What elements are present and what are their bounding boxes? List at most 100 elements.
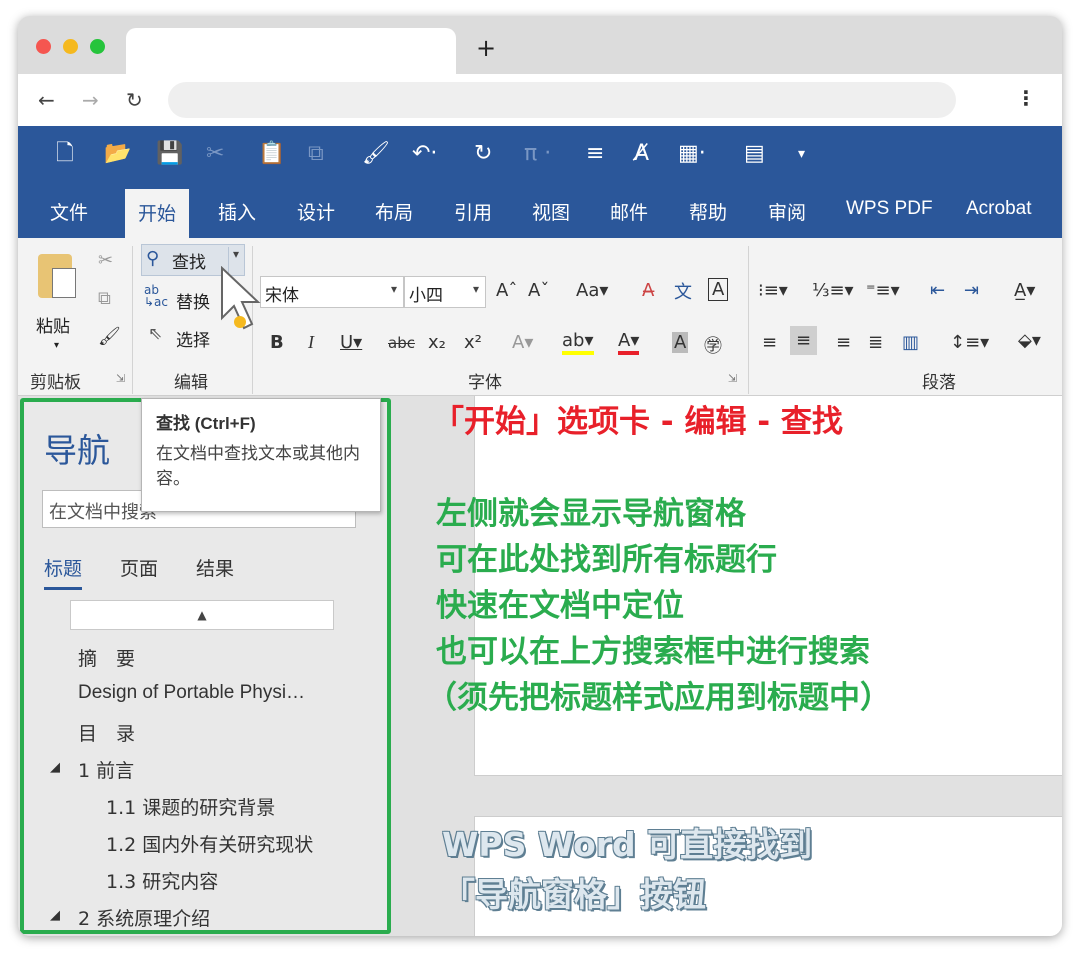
maximize-window-button[interactable]: [90, 39, 105, 54]
cut-icon[interactable]: ✂: [98, 250, 113, 271]
new-document-icon[interactable]: 🗋: [56, 140, 74, 168]
nav-heading-item[interactable]: Design of Portable Physi…: [78, 682, 305, 704]
tab-design[interactable]: 设计: [297, 198, 335, 225]
phonetic-guide-icon[interactable]: 文: [674, 278, 692, 304]
page-icon[interactable]: ▤: [744, 140, 765, 168]
minimize-window-button[interactable]: [63, 39, 78, 54]
font-name-select[interactable]: 宋体 ▾: [260, 276, 404, 308]
close-window-button[interactable]: [36, 39, 51, 54]
tab-layout[interactable]: 布局: [375, 198, 413, 225]
forward-arrow-icon[interactable]: →: [82, 88, 99, 112]
undo-icon[interactable]: ↶·: [412, 140, 437, 168]
nav-heading-item[interactable]: 2 系统原理介绍: [78, 904, 210, 931]
distributed-icon[interactable]: ▥: [902, 332, 919, 353]
cut-icon[interactable]: ✂: [206, 140, 224, 168]
browser-tab[interactable]: [126, 28, 456, 74]
find-tooltip: 查找 (Ctrl+F) 在文档中查找文本或其他内容。: [141, 398, 381, 512]
change-case-icon[interactable]: Aa▾: [576, 280, 608, 301]
tab-headings[interactable]: 标题: [44, 554, 83, 590]
align-icon[interactable]: ≡: [586, 140, 604, 168]
bold-icon[interactable]: B: [270, 332, 284, 353]
increase-indent-icon[interactable]: ⇥: [964, 280, 979, 301]
text-style-icon[interactable]: A̸: [634, 140, 649, 168]
format-painter-icon[interactable]: 🖌: [362, 140, 390, 168]
align-center-icon[interactable]: ≡: [790, 326, 818, 355]
paste-button[interactable]: 粘贴 ▾: [34, 252, 78, 362]
superscript-icon[interactable]: x²: [464, 332, 482, 353]
font-size-select[interactable]: 小四 ▾: [404, 276, 486, 308]
sort-icon[interactable]: A̲▾: [1014, 280, 1035, 301]
justify-icon[interactable]: ≣: [868, 332, 883, 353]
reload-icon[interactable]: ↻: [126, 88, 143, 112]
collapse-all-button[interactable]: ▲: [70, 600, 334, 630]
tab-help[interactable]: 帮助: [689, 198, 727, 225]
save-icon[interactable]: 💾: [156, 140, 183, 168]
italic-icon[interactable]: I: [308, 332, 314, 353]
copy-icon[interactable]: ⧉: [308, 140, 324, 168]
tab-review[interactable]: 审阅: [768, 198, 806, 225]
equation-icon[interactable]: π ·: [524, 140, 551, 168]
subscript-icon[interactable]: x₂: [428, 332, 446, 353]
format-painter-icon[interactable]: 🖌: [98, 326, 121, 347]
tab-insert[interactable]: 插入: [218, 198, 256, 225]
tab-home[interactable]: 开始: [125, 189, 190, 238]
align-left-icon[interactable]: ≡: [762, 332, 777, 353]
find-label: 查找: [172, 253, 206, 273]
tooltip-body: 在文档中查找文本或其他内容。: [156, 444, 360, 489]
numbering-icon[interactable]: ⅓≡▾: [812, 280, 854, 301]
font-color-icon[interactable]: A▾: [618, 330, 640, 355]
bullets-icon[interactable]: ⁝≡▾: [758, 280, 788, 301]
address-input[interactable]: [168, 82, 956, 118]
align-right-icon[interactable]: ≡: [836, 332, 851, 353]
tab-view[interactable]: 视图: [532, 198, 570, 225]
multilevel-list-icon[interactable]: ⁼≡▾: [866, 280, 900, 301]
dialog-launcher-icon[interactable]: ⇲: [116, 372, 125, 385]
shading-icon[interactable]: ⬙▾: [1018, 330, 1041, 351]
paste-dropdown-caret[interactable]: ▾: [54, 340, 59, 351]
table-icon[interactable]: ▦·: [678, 140, 706, 168]
browser-window: + ← → ↻ ⋮ 🗋 📂 💾 ✂ 📋 ⧉ 🖌 ↶· ↻ π · ≡ A̸ ▦·…: [18, 16, 1062, 936]
annotation-green-line: 可在此处找到所有标题行: [436, 542, 777, 578]
grow-font-icon[interactable]: Aˆ: [496, 280, 517, 301]
font-name-value: 宋体: [265, 286, 299, 306]
nav-subheading-item[interactable]: 1.3 研究内容: [106, 867, 218, 894]
tab-mailings[interactable]: 邮件: [610, 198, 648, 225]
tab-results[interactable]: 结果: [196, 554, 234, 581]
nav-heading-item[interactable]: 摘 要: [78, 644, 135, 671]
tab-acrobat[interactable]: Acrobat: [966, 198, 1031, 220]
expanded-triangle-icon[interactable]: ◢: [50, 908, 60, 923]
tab-references[interactable]: 引用: [454, 198, 492, 225]
new-tab-button[interactable]: +: [476, 36, 496, 60]
paste-icon[interactable]: 📋: [258, 140, 285, 168]
text-effects-icon[interactable]: A▾: [512, 332, 533, 353]
redo-icon[interactable]: ↻: [474, 140, 492, 168]
back-arrow-icon[interactable]: ←: [38, 88, 55, 112]
line-spacing-icon[interactable]: ↕≡▾: [950, 332, 989, 353]
browser-menu-icon[interactable]: ⋮: [1016, 86, 1036, 110]
strikethrough-icon[interactable]: abc: [388, 334, 415, 352]
enclose-characters-icon[interactable]: ㊫: [704, 332, 722, 358]
dialog-launcher-icon[interactable]: ⇲: [728, 372, 737, 385]
underline-icon[interactable]: U▾: [340, 332, 362, 353]
editing-group-label: 编辑: [174, 373, 208, 393]
nav-heading-item[interactable]: 1 前言: [78, 756, 134, 783]
tab-pages[interactable]: 页面: [120, 554, 158, 581]
clear-formatting-icon[interactable]: A̶: [642, 280, 654, 301]
paragraph-group-label: 段落: [922, 373, 956, 393]
shrink-font-icon[interactable]: Aˇ: [528, 280, 549, 301]
character-shading-icon[interactable]: A: [672, 332, 689, 353]
annotation-blue-line: 「导航窗格」按钮: [442, 875, 706, 914]
decrease-indent-icon[interactable]: ⇤: [930, 280, 945, 301]
customize-toolbar-icon[interactable]: ▾: [798, 140, 805, 168]
tab-wps-pdf[interactable]: WPS PDF: [846, 198, 933, 220]
copy-icon[interactable]: ⧉: [98, 288, 111, 309]
character-border-icon[interactable]: A: [708, 278, 729, 301]
open-folder-icon[interactable]: 📂: [104, 140, 131, 168]
nav-subheading-item[interactable]: 1.1 课题的研究背景: [106, 793, 275, 820]
nav-heading-item[interactable]: 目 录: [78, 719, 135, 746]
highlight-icon[interactable]: ab▾: [562, 330, 594, 355]
tab-strip: +: [18, 16, 1062, 74]
tab-file[interactable]: 文件: [50, 198, 88, 225]
expanded-triangle-icon[interactable]: ◢: [50, 760, 60, 775]
nav-subheading-item[interactable]: 1.2 国内外有关研究现状: [106, 830, 313, 857]
